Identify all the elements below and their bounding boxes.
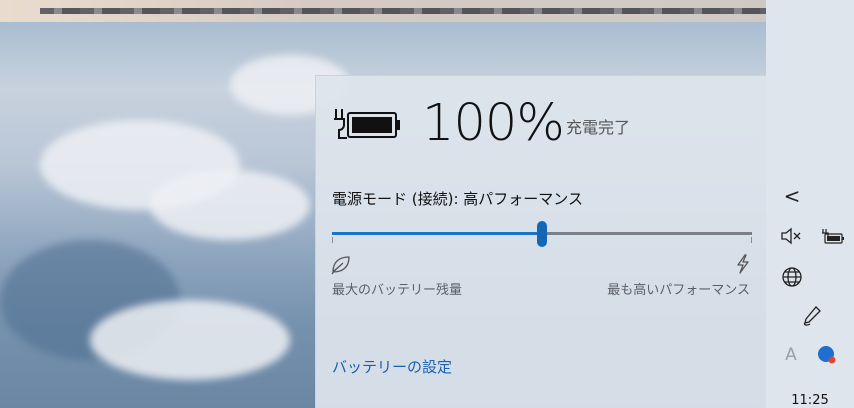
app-tray-button[interactable] [815, 343, 839, 367]
min-battery-label: 最大のバッテリー残量 [332, 283, 463, 298]
max-performance-label: 最も高いパフォーマンス [607, 283, 750, 298]
battery-percent: 100% [422, 94, 565, 153]
wallpaper-cloud [150, 170, 310, 240]
network-button[interactable] [779, 264, 805, 290]
volume-button[interactable] [778, 224, 804, 248]
battery-flyout: 100% 充電完了 電源モード (接続): 高パフォーマンス 最大のバッテリー残… [315, 75, 766, 408]
ime-button[interactable]: A [779, 343, 803, 367]
globe-network-icon [782, 267, 802, 287]
slider-thumb[interactable] [537, 221, 547, 247]
speaker-muted-icon [781, 227, 801, 245]
wallpaper-horizon [40, 8, 770, 14]
power-mode-slider[interactable] [332, 221, 752, 247]
power-mode-label: 電源モード (接続): 高パフォーマンス [332, 190, 583, 208]
lightning-bolt-icon [737, 254, 749, 274]
pen-icon [803, 306, 821, 326]
pen-workspace-button[interactable] [799, 303, 825, 329]
leaf-icon [331, 256, 350, 275]
battery-plugged-icon [334, 109, 400, 139]
battery-plugged-icon [822, 229, 844, 244]
slider-fill [332, 232, 542, 235]
taskbar-clock[interactable]: 11:25 [766, 393, 854, 408]
ime-icon: A [785, 345, 797, 365]
battery-settings-link[interactable]: バッテリーの設定 [332, 356, 452, 377]
color-dot-icon [818, 346, 836, 364]
slider-tick [751, 237, 752, 243]
battery-status: 充電完了 [566, 118, 631, 137]
show-hidden-icons-button[interactable]: < [780, 184, 804, 208]
slider-tick [332, 237, 333, 243]
taskbar: < A 11:25 [766, 0, 854, 408]
wallpaper-cloud [90, 300, 290, 380]
chevron-left-icon: < [783, 184, 801, 208]
battery-button[interactable] [818, 224, 848, 248]
